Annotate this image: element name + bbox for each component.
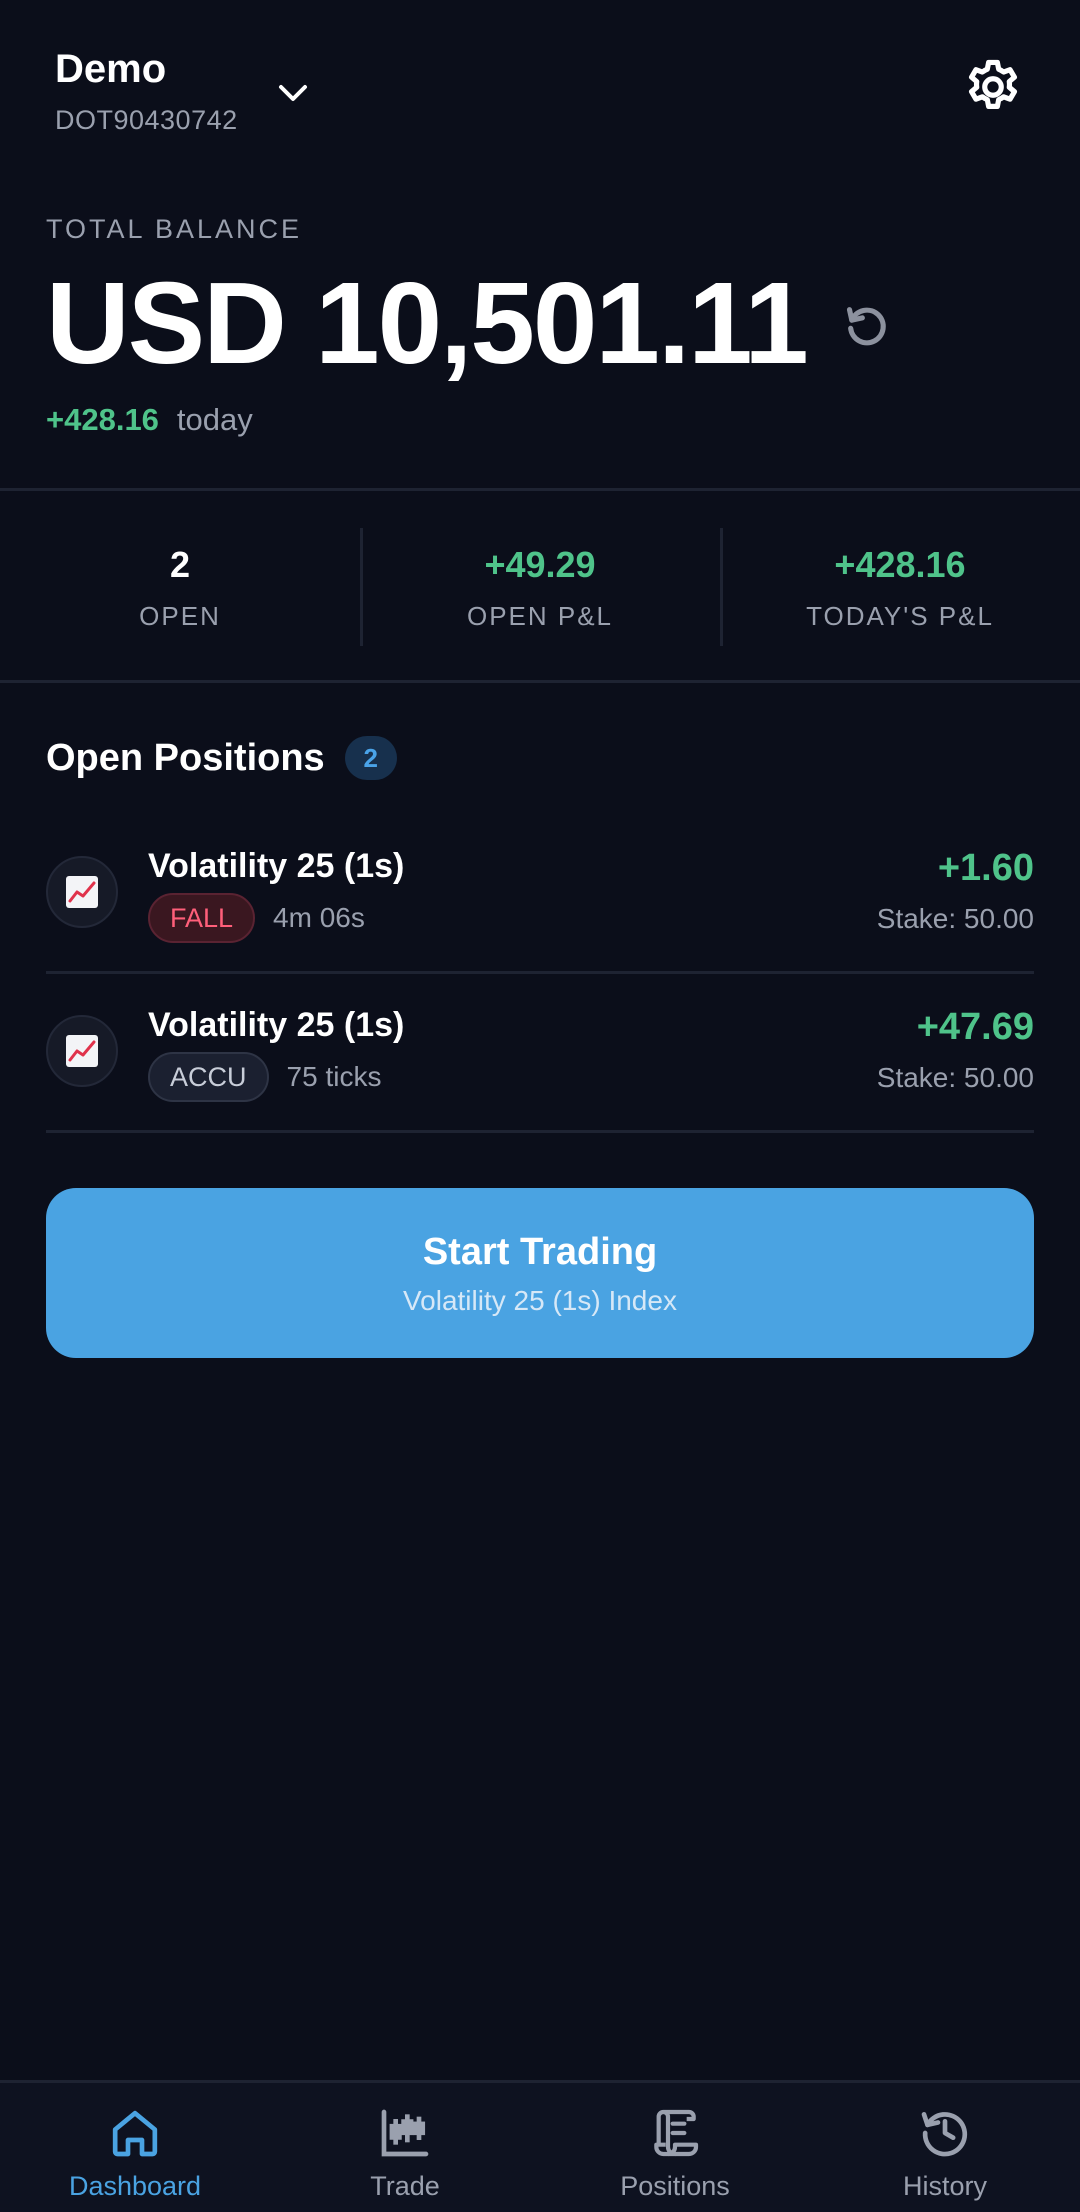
position-duration: 4m 06s: [273, 902, 365, 933]
account-id: DOT90430742: [55, 105, 238, 135]
nav-label: History: [902, 2171, 987, 2201]
stat-open: 2 OPEN: [0, 492, 360, 682]
stat-label: OPEN P&L: [466, 600, 614, 631]
position-row[interactable]: Volatility 25 (1s) FALL 4m 06s +1.60 Sta…: [46, 815, 1034, 974]
stat-label: OPEN: [139, 600, 221, 631]
chart-up-icon: [46, 1015, 118, 1087]
header: Demo DOT90430742: [0, 0, 1080, 190]
positions-list: Volatility 25 (1s) FALL 4m 06s +1.60 Sta…: [46, 815, 1034, 1133]
position-duration: 75 ticks: [286, 1061, 382, 1092]
position-stake: Stake: 50.00: [876, 1062, 1034, 1093]
home-icon: [112, 2110, 158, 2157]
chevron-down-icon[interactable]: [273, 73, 313, 113]
start-trading-label: Start Trading: [422, 1231, 658, 1273]
refresh-icon[interactable]: [839, 298, 895, 354]
nav-label: Trade: [370, 2171, 440, 2201]
nav-label: Positions: [620, 2171, 730, 2201]
open-positions-count-badge: 2: [344, 736, 397, 780]
start-trading-subtitle: Volatility 25 (1s) Index: [403, 1285, 677, 1316]
position-meta: ACCU 75 ticks: [148, 1052, 381, 1102]
account-switcher[interactable]: Demo DOT90430742: [55, 45, 325, 140]
open-positions-title: Open Positions: [46, 736, 325, 779]
stat-todays-pl: +428.16 TODAY'S P&L: [720, 492, 1080, 682]
bottom-nav: Dashboard Trade Positions History: [0, 2080, 1080, 2212]
balance-label: TOTAL BALANCE: [46, 214, 303, 244]
nav-dashboard[interactable]: Dashboard: [0, 2083, 270, 2212]
stat-value: 2: [169, 543, 191, 585]
position-stake: Stake: 50.00: [876, 903, 1034, 934]
history-icon: [921, 2112, 968, 2157]
today-change: +428.16 today: [46, 400, 253, 440]
open-positions-header: Open Positions 2: [46, 735, 397, 781]
contract-type-badge: ACCU: [148, 1052, 269, 1102]
position-name: Volatility 25 (1s): [148, 1006, 405, 1044]
candlestick-icon: [381, 2109, 429, 2157]
nav-history[interactable]: History: [810, 2083, 1080, 2212]
nav-trade[interactable]: Trade: [270, 2083, 540, 2212]
position-meta: FALL 4m 06s: [148, 893, 365, 943]
gear-icon[interactable]: [962, 56, 1024, 118]
position-row[interactable]: Volatility 25 (1s) ACCU 75 ticks +47.69 …: [46, 974, 1034, 1133]
divider: [0, 680, 1080, 683]
account-name: Demo: [55, 47, 167, 91]
contract-type-badge: FALL: [148, 893, 256, 943]
start-trading-button[interactable]: Start Trading Volatility 25 (1s) Index: [46, 1188, 1034, 1358]
position-name: Volatility 25 (1s): [148, 847, 405, 885]
stat-value: +428.16: [834, 543, 966, 585]
today-change-value: +428.16: [46, 402, 159, 437]
balance-value: USD 10,501.11: [46, 258, 809, 388]
stats-bar: 2 OPEN +49.29 OPEN P&L +428.16 TODAY'S P…: [0, 492, 1080, 682]
chart-up-icon: [46, 856, 118, 928]
stat-value: +49.29: [484, 543, 596, 585]
stat-label: TODAY'S P&L: [806, 600, 994, 631]
nav-positions[interactable]: Positions: [540, 2083, 810, 2212]
balance-row: USD 10,501.11: [46, 258, 895, 388]
dashboard-screen: Demo DOT90430742 TOTAL BALANCE USD 10,50…: [0, 0, 1080, 2212]
divider: [0, 488, 1080, 491]
position-pl: +47.69: [916, 1006, 1034, 1048]
scroll-icon: [654, 2109, 699, 2157]
nav-label: Dashboard: [68, 2171, 202, 2201]
position-pl: +1.60: [937, 847, 1034, 889]
stat-open-pl: +49.29 OPEN P&L: [360, 492, 720, 682]
today-change-label: today: [176, 402, 253, 437]
